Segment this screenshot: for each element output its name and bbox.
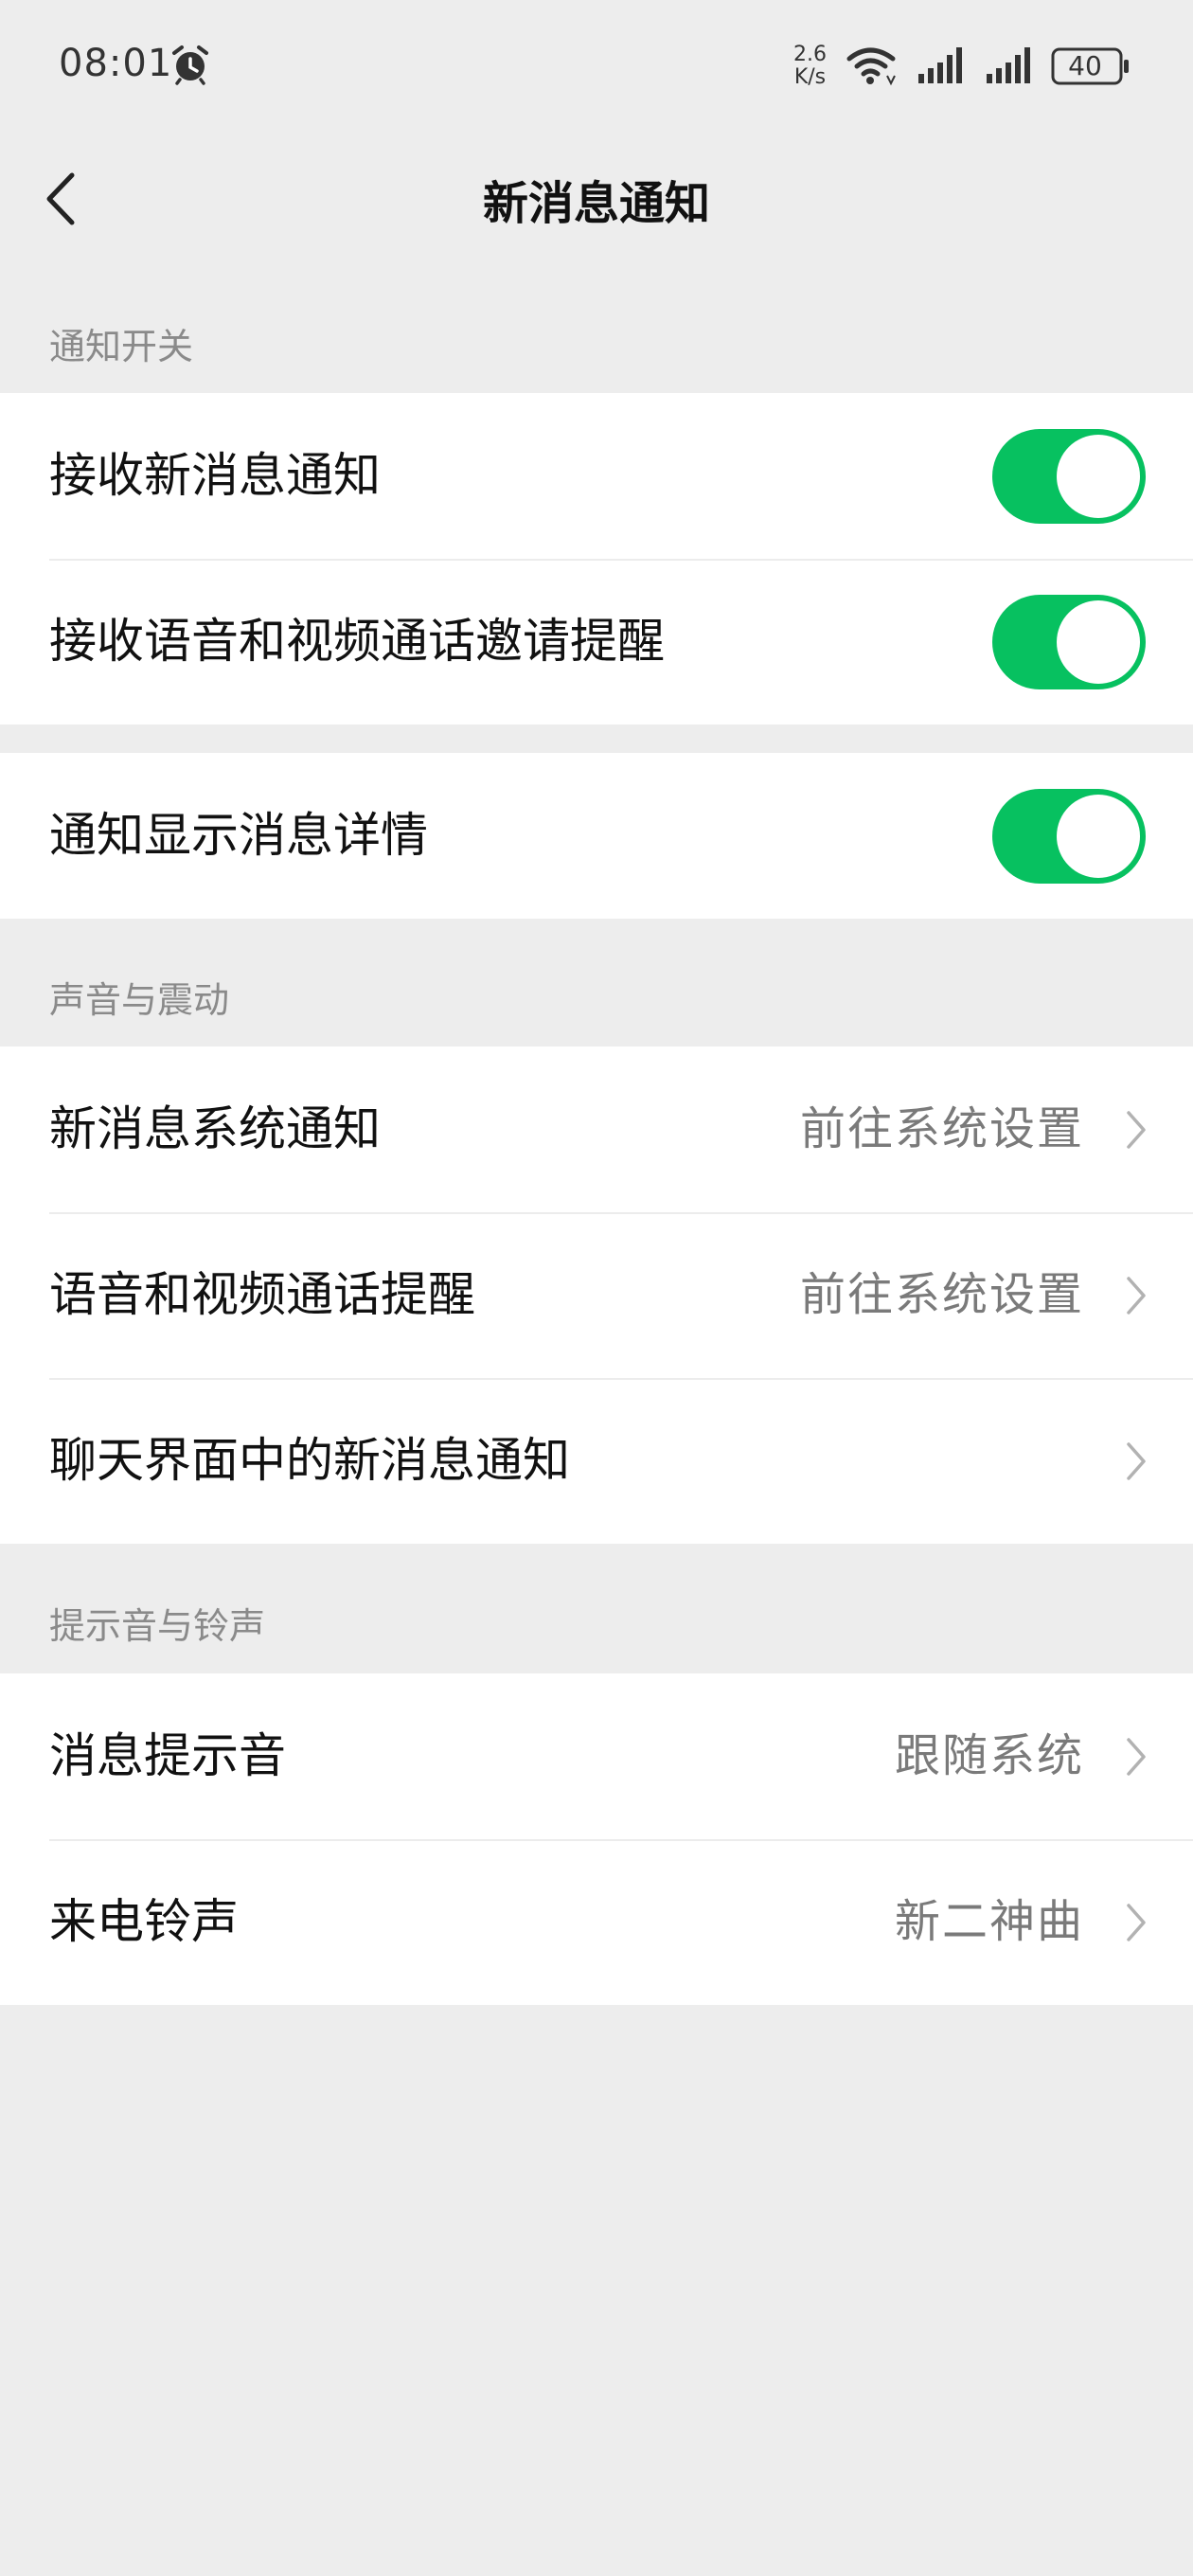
row-label: 新消息系统通知 bbox=[49, 1101, 381, 1156]
new-message-system-notification-row[interactable]: 新消息系统通知 前往系统设置 bbox=[0, 1046, 1193, 1212]
alarm-icon bbox=[169, 44, 212, 89]
row-value: 前往系统设置 bbox=[799, 1102, 1084, 1155]
chevron-right-icon bbox=[1125, 1440, 1148, 1486]
chevron-right-icon bbox=[1125, 1902, 1148, 1947]
call-invite-reminder-row[interactable]: 接收语音和视频通话邀请提醒 bbox=[0, 559, 1193, 724]
toggle-knob bbox=[1057, 795, 1140, 878]
row-label: 接收语音和视频通话邀请提醒 bbox=[49, 614, 665, 669]
wifi-icon bbox=[846, 45, 899, 91]
chevron-right-icon bbox=[1125, 1275, 1148, 1320]
show-message-details-row[interactable]: 通知显示消息详情 bbox=[0, 753, 1193, 919]
call-invite-reminder-toggle[interactable] bbox=[992, 595, 1146, 689]
group-tones: 消息提示音 跟随系统 来电铃声 新二神曲 bbox=[0, 1673, 1193, 2005]
chevron-right-icon bbox=[1125, 1736, 1148, 1781]
section-label-notify-switch: 通知开关 bbox=[49, 326, 194, 367]
row-label: 来电铃声 bbox=[49, 1894, 239, 1949]
row-label: 接收新消息通知 bbox=[49, 448, 381, 503]
group-details: 通知显示消息详情 bbox=[0, 753, 1193, 919]
call-reminder-row[interactable]: 语音和视频通话提醒 前往系统设置 bbox=[0, 1212, 1193, 1378]
page-title: 新消息通知 bbox=[482, 177, 710, 230]
group-sound-vibration: 新消息系统通知 前往系统设置 语音和视频通话提醒 前往系统设置 聊天界面中的新消… bbox=[0, 1046, 1193, 1544]
row-label: 通知显示消息详情 bbox=[49, 808, 428, 863]
toggle-knob bbox=[1057, 600, 1140, 684]
in-chat-notification-row[interactable]: 聊天界面中的新消息通知 bbox=[0, 1378, 1193, 1544]
status-time: 08:01 bbox=[59, 42, 173, 85]
row-value: 新二神曲 bbox=[894, 1895, 1084, 1948]
ringtone-row[interactable]: 来电铃声 新二神曲 bbox=[0, 1839, 1193, 2005]
nav-bar: 新消息通知 bbox=[0, 137, 1193, 260]
network-speed-unit: K/s bbox=[793, 65, 827, 89]
battery-level: 40 bbox=[1068, 50, 1102, 81]
chevron-right-icon bbox=[1125, 1109, 1148, 1154]
section-label-tones: 提示音与铃声 bbox=[49, 1605, 266, 1647]
row-value: 跟随系统 bbox=[894, 1729, 1084, 1782]
receive-new-message-row[interactable]: 接收新消息通知 bbox=[0, 393, 1193, 559]
row-label: 消息提示音 bbox=[49, 1728, 286, 1783]
signal-icon bbox=[985, 45, 1034, 89]
group-notify-switch: 接收新消息通知 接收语音和视频通话邀请提醒 bbox=[0, 393, 1193, 724]
network-speed-value: 2.6 bbox=[793, 43, 827, 66]
signal-icon bbox=[917, 45, 966, 89]
row-value: 前往系统设置 bbox=[799, 1268, 1084, 1321]
status-bar: 08:01 2.6 K/s 40 bbox=[0, 0, 1193, 137]
network-speed: 2.6 K/s bbox=[793, 44, 827, 89]
toggle-knob bbox=[1057, 435, 1140, 518]
row-label: 语音和视频通话提醒 bbox=[49, 1267, 475, 1322]
message-tone-row[interactable]: 消息提示音 跟随系统 bbox=[0, 1673, 1193, 1839]
receive-new-message-toggle[interactable] bbox=[992, 429, 1146, 524]
row-label: 聊天界面中的新消息通知 bbox=[49, 1433, 570, 1488]
show-message-details-toggle[interactable] bbox=[992, 789, 1146, 884]
section-label-sound-vibration: 声音与震动 bbox=[49, 979, 230, 1021]
